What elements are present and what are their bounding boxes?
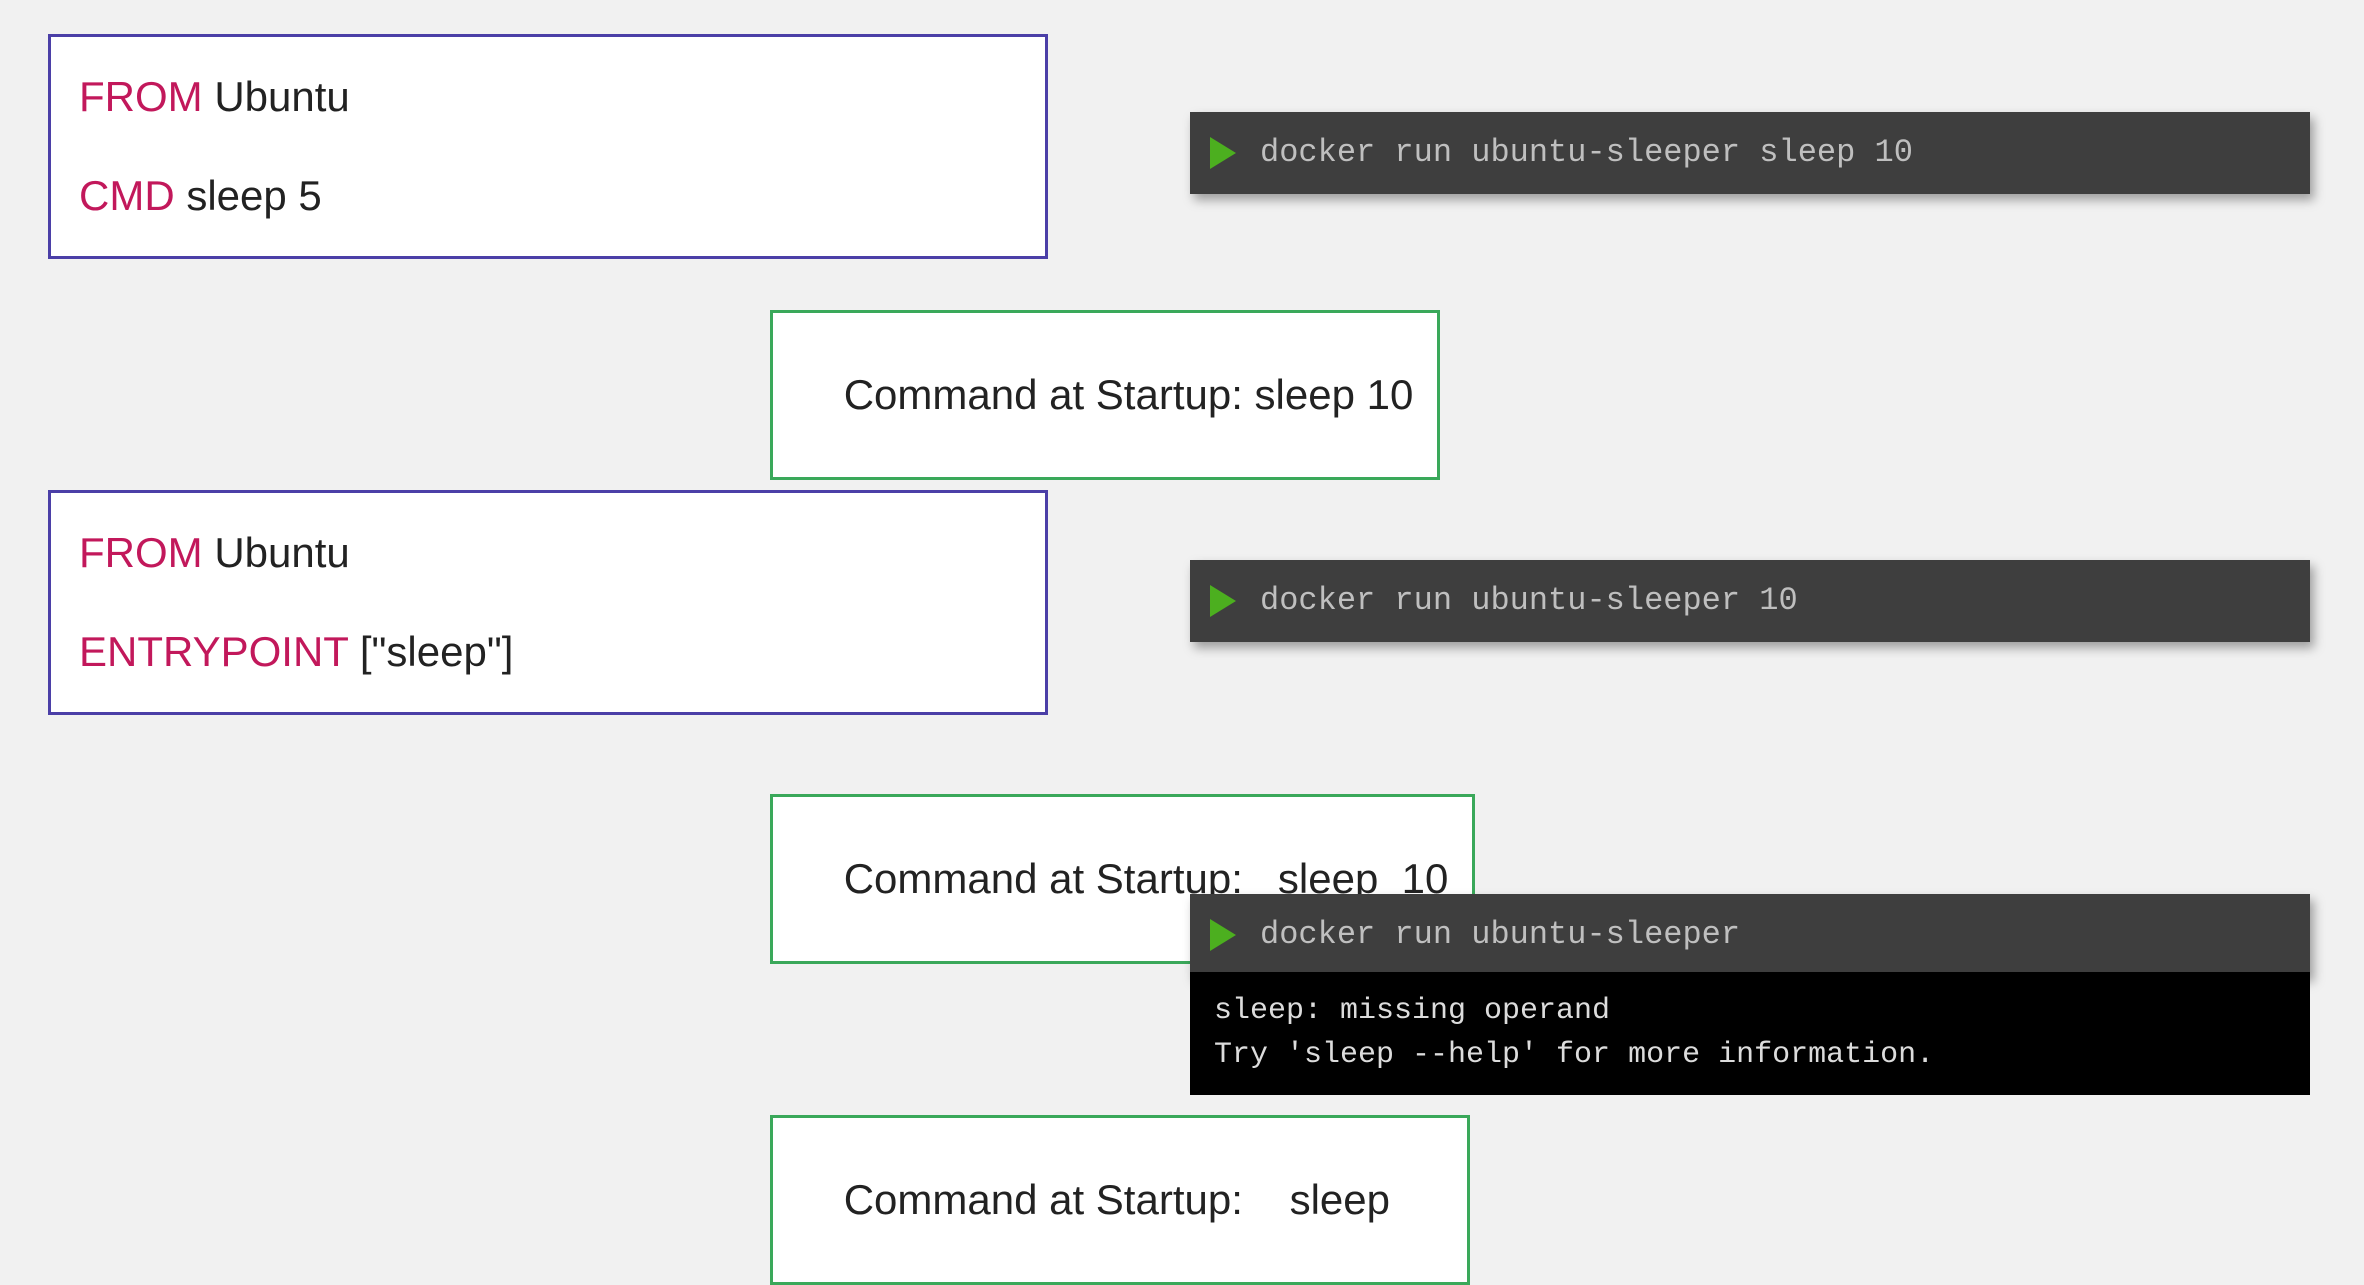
arg-from: Ubuntu [203,73,350,120]
startup-box-1: Command at Startup: sleep 10 [770,310,1440,480]
keyword-cmd: CMD [79,172,175,219]
startup-label: Command at Startup: [844,1176,1290,1223]
dockerfile-line: FROM Ubuntu [79,69,1017,126]
play-icon [1210,585,1236,617]
terminal-command: docker run ubuntu-sleeper 10 [1260,582,1798,619]
terminal-run-3: docker run ubuntu-sleeper [1190,894,2310,976]
terminal-run-2: docker run ubuntu-sleeper 10 [1190,560,2310,642]
keyword-entrypoint: ENTRYPOINT [79,628,348,675]
terminal-command: docker run ubuntu-sleeper [1260,916,1740,953]
startup-box-3: Command at Startup: sleep [770,1115,1470,1285]
slide-stage: FROM Ubuntu CMD sleep 5 docker run ubunt… [0,0,2364,1254]
dockerfile-box-cmd: FROM Ubuntu CMD sleep 5 [48,34,1048,259]
arg-entrypoint: ["sleep"] [348,628,513,675]
startup-label: Command at Startup: [844,371,1255,418]
dockerfile-box-entrypoint: FROM Ubuntu ENTRYPOINT ["sleep"] [48,490,1048,715]
startup-cmd: sleep [1290,1176,1390,1223]
keyword-from: FROM [79,73,203,120]
arg-from: Ubuntu [203,529,350,576]
dockerfile-line: ENTRYPOINT ["sleep"] [79,624,1017,681]
dockerfile-line: CMD sleep 5 [79,168,1017,225]
terminal-output-3: sleep: missing operand Try 'sleep --help… [1190,972,2310,1095]
terminal-command: docker run ubuntu-sleeper sleep 10 [1260,134,1913,171]
play-icon [1210,919,1236,951]
terminal-run-1: docker run ubuntu-sleeper sleep 10 [1190,112,2310,194]
startup-value: sleep 10 [1255,371,1414,418]
play-icon [1210,137,1236,169]
keyword-from: FROM [79,529,203,576]
dockerfile-line: FROM Ubuntu [79,525,1017,582]
arg-cmd: sleep 5 [175,172,322,219]
